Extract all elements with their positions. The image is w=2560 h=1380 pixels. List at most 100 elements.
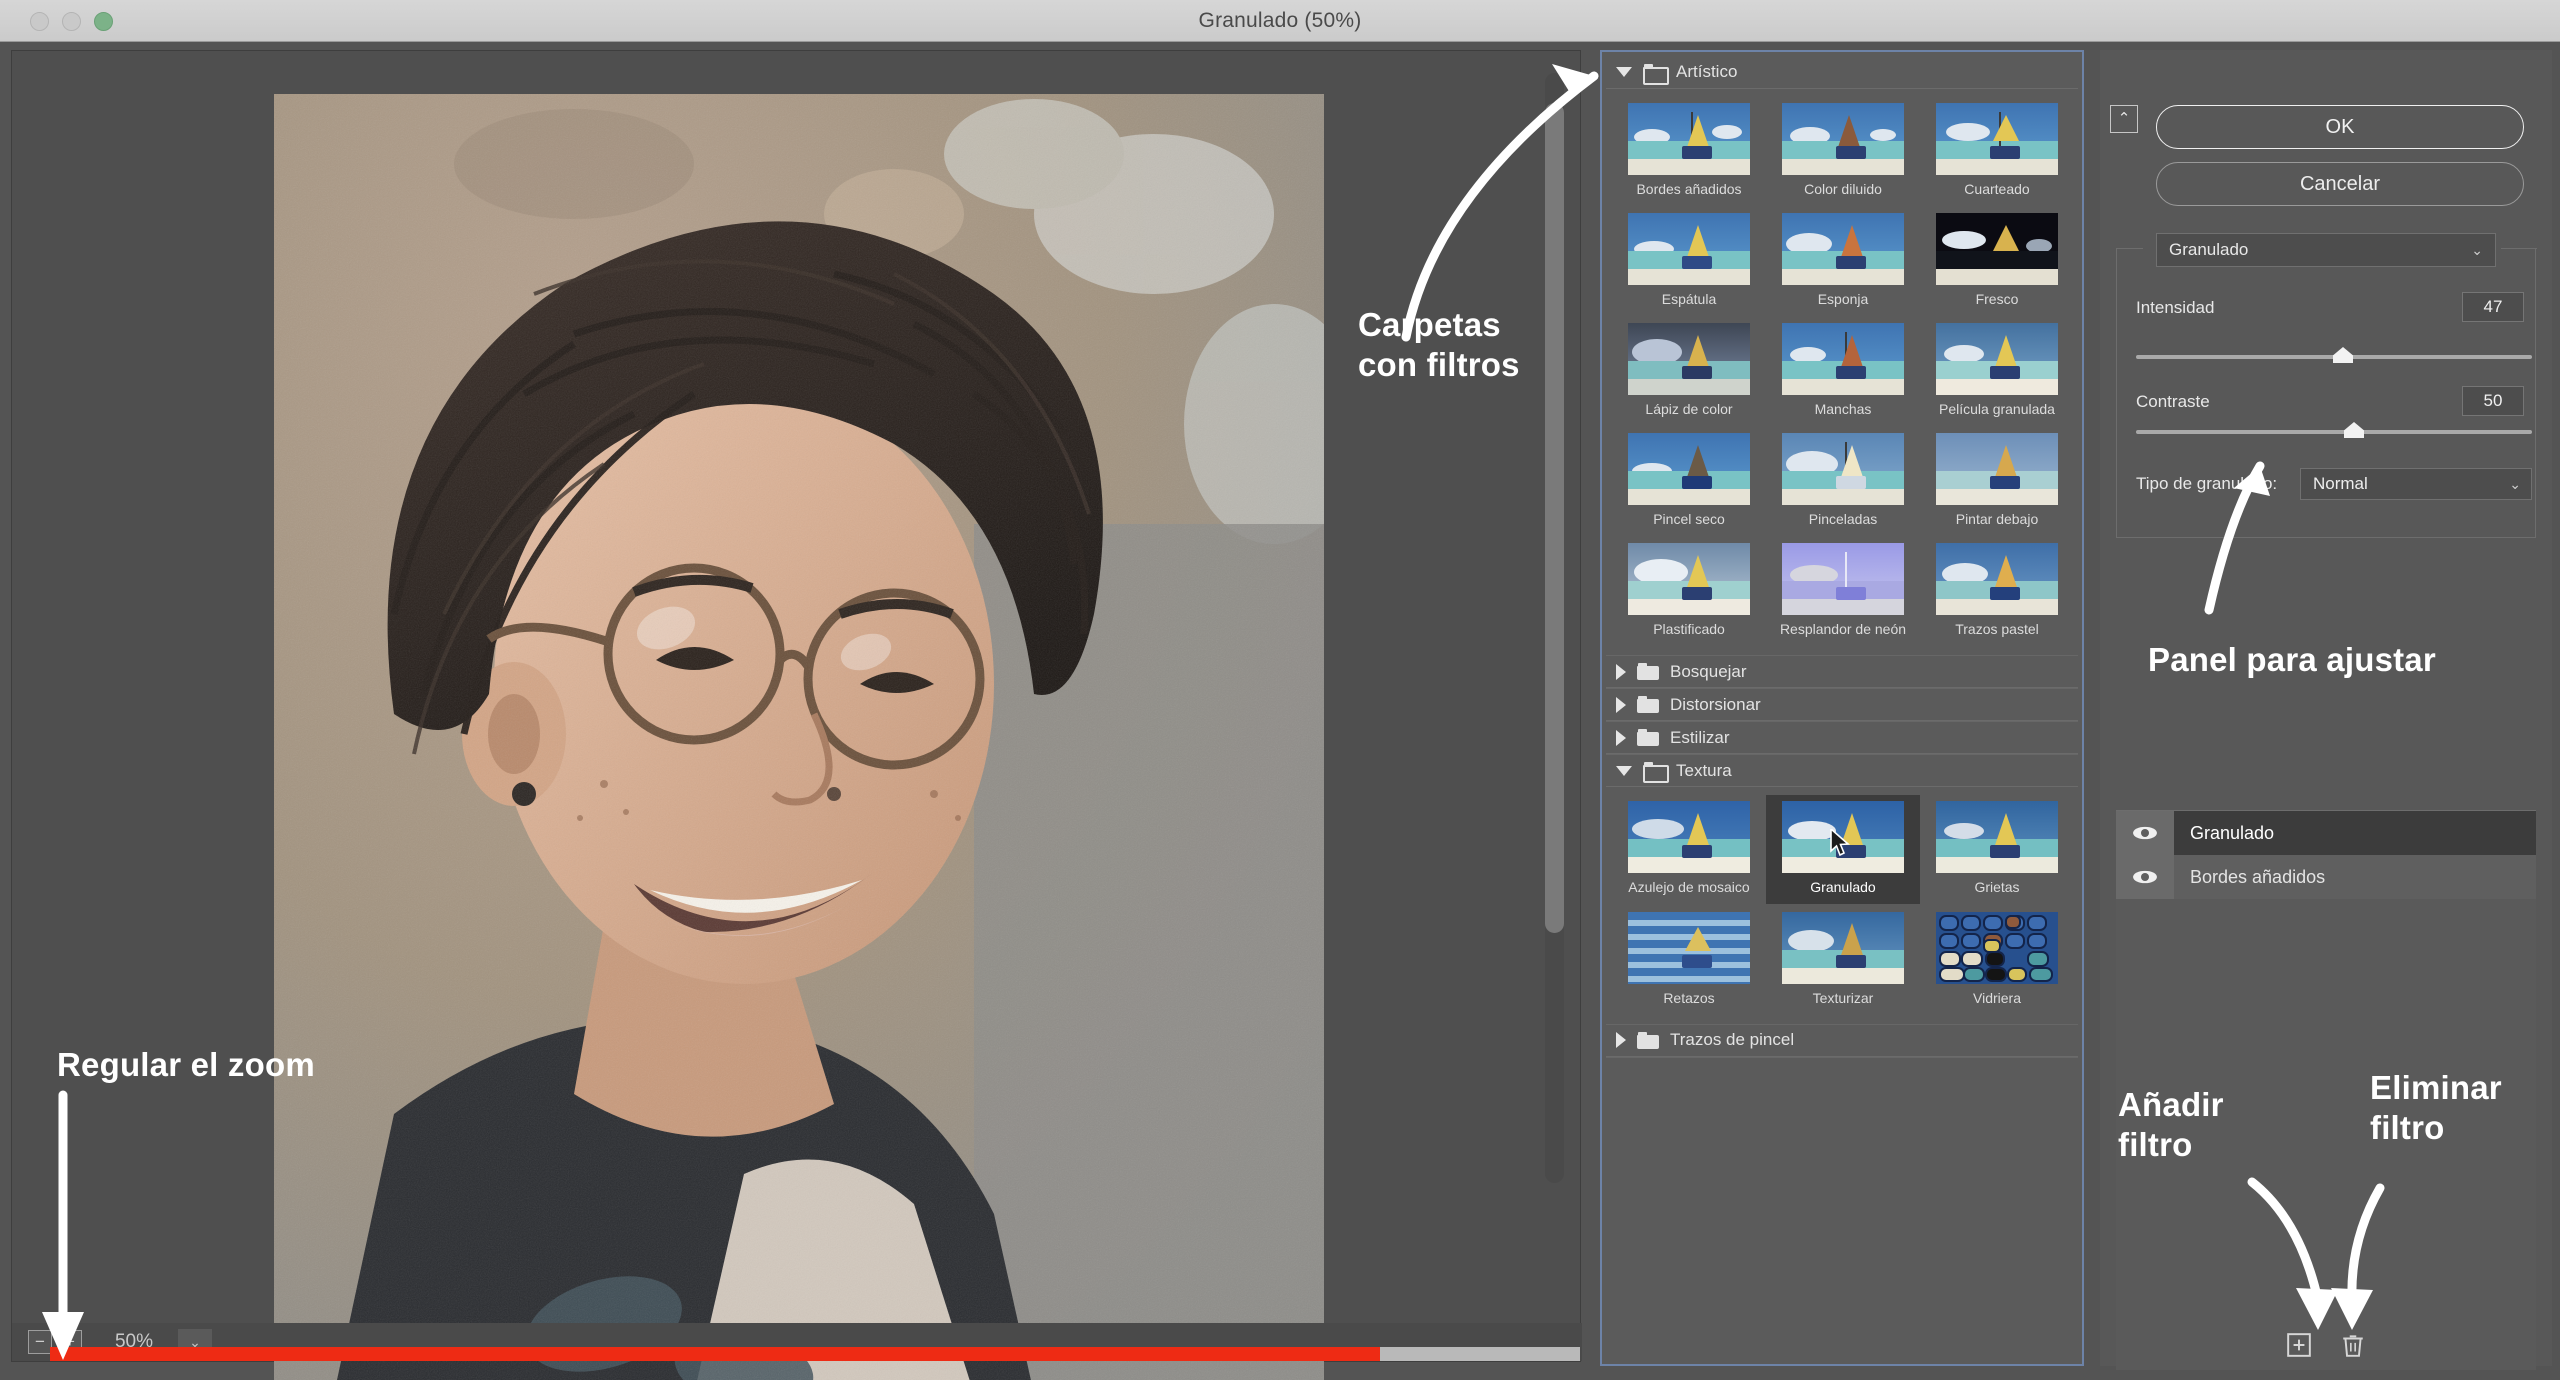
filter-thumbnail — [1936, 801, 2058, 874]
filter-select-value: Granulado — [2169, 240, 2249, 259]
filter-gallery-window: Granulado (50%) − + 50% ⌄ Artístico Bord… — [0, 0, 2560, 1380]
filter-item[interactable]: Película granulada — [1920, 317, 2074, 425]
close-button[interactable] — [30, 12, 49, 31]
filter-item[interactable]: Grietas — [1920, 795, 2074, 903]
eye-icon — [2133, 826, 2157, 840]
filter-label: Pintar debajo — [1955, 511, 2039, 528]
chevron-right-icon — [1616, 1032, 1626, 1049]
filter-item[interactable]: Retazos — [1612, 906, 1766, 1014]
annotation-carpetas-con-filtros: Carpetas con filtros — [1358, 306, 1520, 384]
filter-item[interactable]: Pintar debajo — [1920, 427, 2074, 535]
cancel-button[interactable]: Cancelar — [2156, 162, 2524, 206]
folder-icon — [1637, 729, 1659, 747]
annotation-eliminar-filtro: Eliminar filtro — [2370, 1069, 2502, 1147]
filter-thumbnail — [1936, 911, 2058, 984]
filter-item[interactable]: Fresco — [1920, 207, 2074, 315]
ok-button[interactable]: OK — [2156, 105, 2524, 149]
minimize-button[interactable] — [62, 12, 81, 31]
group-header-trazos-de-pincel[interactable]: Trazos de pincel — [1606, 1023, 2078, 1057]
window-title: Granulado (50%) — [1198, 8, 1362, 32]
group-header-estilizar[interactable]: Estilizar — [1606, 721, 2078, 755]
folder-icon — [1637, 663, 1659, 681]
filter-thumbnail — [1782, 103, 1904, 175]
gallery-list-end — [1606, 1056, 2078, 1077]
filter-item-granulado[interactable]: Granulado — [1766, 795, 1920, 904]
intensidad-value[interactable]: 47 — [2462, 292, 2524, 322]
add-filter-icon[interactable] — [2286, 1332, 2312, 1358]
group-header-distorsionar[interactable]: Distorsionar — [1606, 688, 2078, 722]
filter-label: Manchas — [1814, 401, 1872, 418]
tipo-granulado-label: Tipo de granulado: — [2136, 474, 2278, 493]
filter-label: Pincel seco — [1653, 511, 1725, 528]
filter-item[interactable]: Manchas — [1766, 317, 1920, 425]
progress-bar-track — [1380, 1347, 1580, 1361]
filter-thumbnail — [1782, 323, 1904, 396]
filter-gallery-panel[interactable]: Artístico Bordes añadidos Color diluido … — [1600, 50, 2084, 1366]
filter-item[interactable]: Resplandor de neón — [1766, 537, 1920, 645]
filter-thumbnail — [1628, 911, 1750, 984]
filter-item[interactable]: Plastificado — [1612, 537, 1766, 645]
delete-filter-icon[interactable] — [2340, 1332, 2366, 1358]
group-label: Estilizar — [1670, 727, 1730, 747]
filter-item[interactable]: Bordes añadidos — [1612, 97, 1766, 205]
collapse-panel-button[interactable]: ⌃ — [2110, 105, 2138, 133]
filter-item[interactable]: Azulejo de mosaico — [1612, 795, 1766, 903]
preview-pane[interactable]: − + 50% ⌄ — [11, 50, 1582, 1380]
contraste-value[interactable]: 50 — [2462, 386, 2524, 416]
filter-item[interactable]: Pincel seco — [1612, 427, 1766, 535]
filter-label: Texturizar — [1812, 989, 1874, 1006]
preview-image[interactable] — [274, 94, 1324, 1380]
contraste-slider-track[interactable] — [2136, 430, 2532, 434]
group-header-textura[interactable]: Textura — [1606, 754, 2078, 788]
group-label: Bosquejar — [1670, 661, 1747, 681]
filter-item[interactable]: Cuarteado — [1920, 97, 2074, 205]
filter-item[interactable]: Trazos pastel — [1920, 537, 2074, 645]
chevron-right-icon — [1616, 729, 1626, 746]
window-traffic-lights — [30, 12, 113, 31]
filter-label: Granulado — [1810, 879, 1876, 896]
filter-grid-textura: Azulejo de mosaico Granulado Grietas Ret… — [1606, 787, 2078, 1023]
filter-thumbnail — [1936, 103, 2058, 175]
preview-vertical-scrollbar[interactable] — [1545, 73, 1564, 1183]
folder-icon — [1637, 1031, 1659, 1049]
filter-item[interactable]: Esponja — [1766, 207, 1920, 315]
group-label: Distorsionar — [1670, 694, 1761, 714]
layer-label: Granulado — [2190, 822, 2275, 843]
filter-label: Fresco — [1975, 291, 2019, 308]
layer-visibility-toggle[interactable] — [2116, 855, 2174, 899]
filter-label: Azulejo de mosaico — [1628, 879, 1750, 896]
preview-scroll-thumb[interactable] — [1545, 103, 1564, 933]
zoom-button[interactable] — [94, 12, 113, 31]
group-header-artistico[interactable]: Artístico — [1606, 56, 2078, 89]
contraste-label: Contraste — [2136, 392, 2210, 411]
filter-layer-row[interactable]: Bordes añadidos — [2116, 855, 2536, 899]
zoom-out-button[interactable]: − — [28, 1330, 52, 1354]
filter-label: Espátula — [1661, 291, 1717, 308]
folder-open-icon — [1643, 63, 1669, 85]
filter-item[interactable]: Vidriera — [1920, 906, 2074, 1014]
filter-item[interactable]: Color diluido — [1766, 97, 1920, 205]
filter-select[interactable]: Granulado ⌄ — [2156, 233, 2496, 267]
filter-thumbnail — [1782, 911, 1904, 984]
annotation-anadir-filtro: Añadir filtro — [2118, 1086, 2224, 1164]
filter-item[interactable]: Espátula — [1612, 207, 1766, 315]
filter-thumbnail — [1628, 433, 1750, 506]
filter-label: Lápiz de color — [1645, 401, 1733, 418]
chevron-down-icon — [1616, 67, 1632, 77]
chevron-down-icon: ⌄ — [2509, 475, 2521, 492]
group-label: Trazos de pincel — [1670, 1030, 1795, 1050]
filter-layer-row[interactable]: Granulado — [2116, 811, 2536, 855]
filter-item[interactable]: Pinceladas — [1766, 427, 1920, 535]
layer-visibility-toggle[interactable] — [2116, 811, 2174, 855]
filter-label: Pinceladas — [1808, 511, 1878, 528]
filter-label: Vidriera — [1973, 989, 2021, 1006]
filter-thumbnail — [1936, 433, 2058, 506]
tipo-granulado-select[interactable]: Normal ⌄ — [2300, 468, 2532, 500]
group-label: Textura — [1676, 760, 1732, 780]
filter-item[interactable]: Texturizar — [1766, 906, 1920, 1014]
group-header-bosquejar[interactable]: Bosquejar — [1606, 655, 2078, 689]
filter-item[interactable]: Lápiz de color — [1612, 317, 1766, 425]
portrait-artwork — [274, 94, 1324, 1380]
folder-open-icon — [1643, 762, 1669, 784]
settings-panel: ⌃ OK Cancelar Granulado ⌄ Intensidad 47 … — [2100, 50, 2552, 1370]
